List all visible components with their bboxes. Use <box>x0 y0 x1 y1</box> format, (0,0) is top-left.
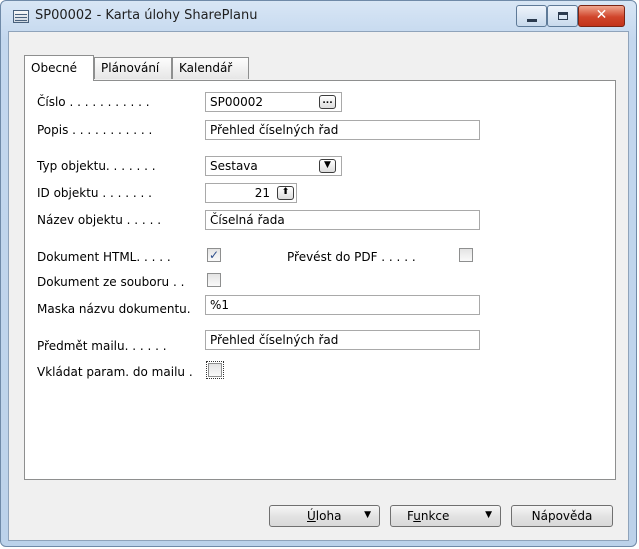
tab-kalendar[interactable]: Kalendář <box>172 57 249 79</box>
close-button[interactable]: ✕ <box>578 5 625 27</box>
predmet-mailu-label: Předmět mailu. . . . . . <box>37 339 167 353</box>
maska-nazvu-label: Maska názvu dokumentu. <box>37 302 191 316</box>
dokument-ze-souboru-label: Dokument ze souboru . . <box>37 275 185 289</box>
uloha-label: Úloha <box>307 509 342 523</box>
dokument-ze-souboru-checkbox[interactable] <box>207 273 221 287</box>
table-card-icon <box>13 10 29 23</box>
dokument-html-label: Dokument HTML. . . . . <box>37 250 171 264</box>
popis-label: Popis . . . . . . . . . . . <box>37 123 153 137</box>
close-icon: ✕ <box>595 7 608 23</box>
dokument-html-checkbox[interactable]: ✓ <box>207 248 221 262</box>
vkladat-param-label: Vkládat param. do mailu . <box>37 365 193 379</box>
funkce-label: Funkce <box>407 509 450 523</box>
uloha-menu-button[interactable]: Úloha ▼ <box>269 505 380 527</box>
chevron-down-icon: ▼ <box>364 510 371 520</box>
tab-planovani[interactable]: Plánování <box>94 57 172 79</box>
napoveda-button[interactable]: Nápověda <box>511 505 613 527</box>
napoveda-label: Nápověda <box>531 509 593 523</box>
dropdown-arrow-icon[interactable]: ▼ <box>319 159 336 173</box>
funkce-menu-button[interactable]: Funkce ▼ <box>390 505 501 527</box>
chevron-down-icon: ▼ <box>485 510 492 520</box>
cislo-label: Číslo . . . . . . . . . . . <box>37 95 150 109</box>
typ-objektu-label: Typ objektu. . . . . . . <box>37 159 156 173</box>
assist-edit-button[interactable]: ... <box>319 95 336 109</box>
maska-nazvu-field[interactable]: %1 <box>205 295 480 315</box>
minimize-button[interactable] <box>516 5 547 27</box>
tab-obecne[interactable]: Obecné <box>24 55 94 81</box>
nazev-objektu-field[interactable]: Číselná řada <box>205 210 480 230</box>
maximize-icon <box>558 12 568 20</box>
maximize-button[interactable] <box>547 5 578 27</box>
prevest-do-pdf-label: Převést do PDF . . . . . <box>287 250 416 264</box>
prevest-do-pdf-checkbox[interactable] <box>459 248 473 262</box>
window-title: SP00002 - Karta úlohy SharePlanu <box>35 8 258 23</box>
id-objektu-label: ID objektu . . . . . . . <box>37 186 152 200</box>
vkladat-param-checkbox[interactable] <box>206 361 224 379</box>
nazev-objektu-label: Název objektu . . . . . <box>37 213 162 227</box>
minimize-icon <box>527 19 537 22</box>
lookup-arrow-icon[interactable]: ⬆ <box>277 186 294 200</box>
title-bar[interactable]: SP00002 - Karta úlohy SharePlanu ✕ <box>1 1 636 31</box>
popis-field[interactable]: Přehled číselných řad <box>205 120 480 140</box>
predmet-mailu-field[interactable]: Přehled číselných řad <box>205 330 480 350</box>
